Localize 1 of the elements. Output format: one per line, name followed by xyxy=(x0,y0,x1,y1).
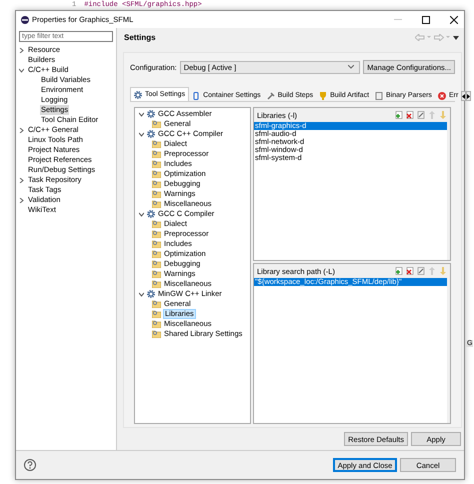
page-title: Settings xyxy=(124,33,156,42)
